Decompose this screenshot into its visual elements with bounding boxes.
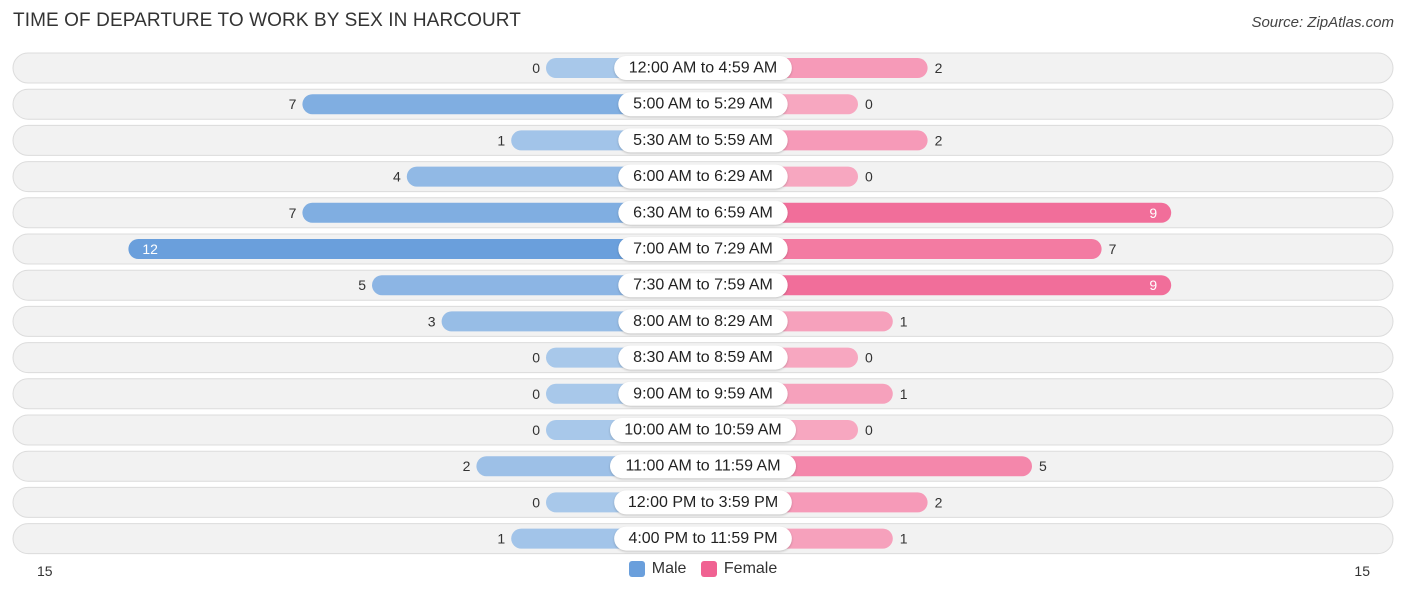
- category-label: 11:00 AM to 11:59 AM: [625, 458, 780, 475]
- category-label: 9:00 AM to 9:59 AM: [633, 385, 773, 402]
- legend-item-female[interactable]: Female: [700, 560, 778, 578]
- category-label: 5:00 AM to 5:29 AM: [633, 96, 773, 113]
- category-label: 7:30 AM to 7:59 AM: [633, 277, 773, 294]
- table-row: 5:30 AM to 5:59 AM 1 2: [12, 124, 1394, 156]
- male-swatch-icon: [628, 561, 645, 577]
- female-value-label: 0: [865, 169, 873, 185]
- male-value-label: 7: [289, 205, 297, 221]
- female-value-label: 9: [1149, 277, 1157, 293]
- table-row: 9:00 AM to 9:59 AM 0 1: [12, 378, 1394, 410]
- female-value-label: 2: [935, 494, 943, 510]
- female-value-label: 1: [900, 313, 908, 329]
- table-row: 6:00 AM to 6:29 AM 4 0: [12, 161, 1394, 193]
- category-label: 4:00 PM to 11:59 PM: [628, 530, 777, 547]
- table-row: 6:30 AM to 6:59 AM 7 9: [12, 197, 1394, 229]
- male-value-label: 0: [532, 350, 540, 366]
- table-row: 5:00 AM to 5:29 AM 7 0: [12, 88, 1394, 120]
- legend-item-male[interactable]: Male: [628, 560, 687, 578]
- female-swatch-icon: [700, 561, 717, 577]
- table-row: 10:00 AM to 10:59 AM 0 0: [12, 414, 1394, 446]
- male-value-label: 5: [358, 277, 366, 293]
- female-value-label: 7: [1109, 241, 1117, 257]
- table-row: 11:00 AM to 11:59 AM 2 5: [12, 450, 1394, 482]
- table-row: 12:00 AM to 4:59 AM 0 2: [12, 52, 1394, 84]
- table-row: 7:30 AM to 7:59 AM 5 9: [12, 269, 1394, 301]
- male-value-label: 0: [532, 494, 540, 510]
- category-label: 10:00 AM to 10:59 AM: [624, 422, 781, 439]
- female-value-label: 0: [865, 422, 873, 438]
- category-label: 8:30 AM to 8:59 AM: [633, 349, 773, 366]
- male-value-label: 0: [532, 422, 540, 438]
- male-value-label: 0: [532, 386, 540, 402]
- male-value-label: 1: [497, 132, 505, 148]
- male-value-label: 12: [142, 241, 158, 257]
- female-value-label: 0: [865, 350, 873, 366]
- category-label: 6:00 AM to 6:29 AM: [633, 168, 773, 185]
- category-label: 6:30 AM to 6:59 AM: [633, 204, 773, 221]
- chart-rows: 12:00 AM to 4:59 AM 0 2 5:00 AM to 5:29 AM 7…: [12, 52, 1394, 555]
- legend: Male Female: [0, 560, 1406, 582]
- female-value-label: 0: [865, 96, 873, 112]
- category-label: 8:00 AM to 8:29 AM: [633, 313, 773, 330]
- legend-label-male: Male: [651, 560, 687, 577]
- male-value-label: 1: [497, 531, 505, 547]
- male-value-label: 0: [532, 60, 540, 76]
- female-value-label: 2: [935, 60, 943, 76]
- table-row: 8:00 AM to 8:29 AM 3 1: [12, 305, 1394, 337]
- category-label: 12:00 AM to 4:59 AM: [629, 60, 778, 77]
- legend-label-female: Female: [723, 560, 778, 577]
- table-row: 7:00 AM to 7:29 AM 12 7: [12, 233, 1394, 265]
- category-label: 7:00 AM to 7:29 AM: [633, 241, 773, 258]
- male-bar[interactable]: [128, 239, 703, 259]
- male-value-label: 3: [428, 313, 436, 329]
- male-value-label: 2: [463, 458, 471, 474]
- female-value-label: 5: [1039, 458, 1047, 474]
- female-value-label: 1: [900, 531, 908, 547]
- male-value-label: 4: [393, 169, 401, 185]
- category-label: 12:00 PM to 3:59 PM: [628, 494, 778, 511]
- table-row: 4:00 PM to 11:59 PM 1 1: [12, 523, 1394, 555]
- table-row: 8:30 AM to 8:59 AM 0 0: [12, 342, 1394, 374]
- male-value-label: 7: [289, 96, 297, 112]
- chart-area: 12:00 AM to 4:59 AM 0 2 5:00 AM to 5:29 AM 7…: [12, 52, 1394, 579]
- table-row: 12:00 PM to 3:59 PM 0 2: [12, 486, 1394, 518]
- female-value-label: 1: [900, 386, 908, 402]
- female-value-label: 9: [1149, 205, 1157, 221]
- female-value-label: 2: [935, 132, 943, 148]
- category-label: 5:30 AM to 5:59 AM: [633, 132, 773, 149]
